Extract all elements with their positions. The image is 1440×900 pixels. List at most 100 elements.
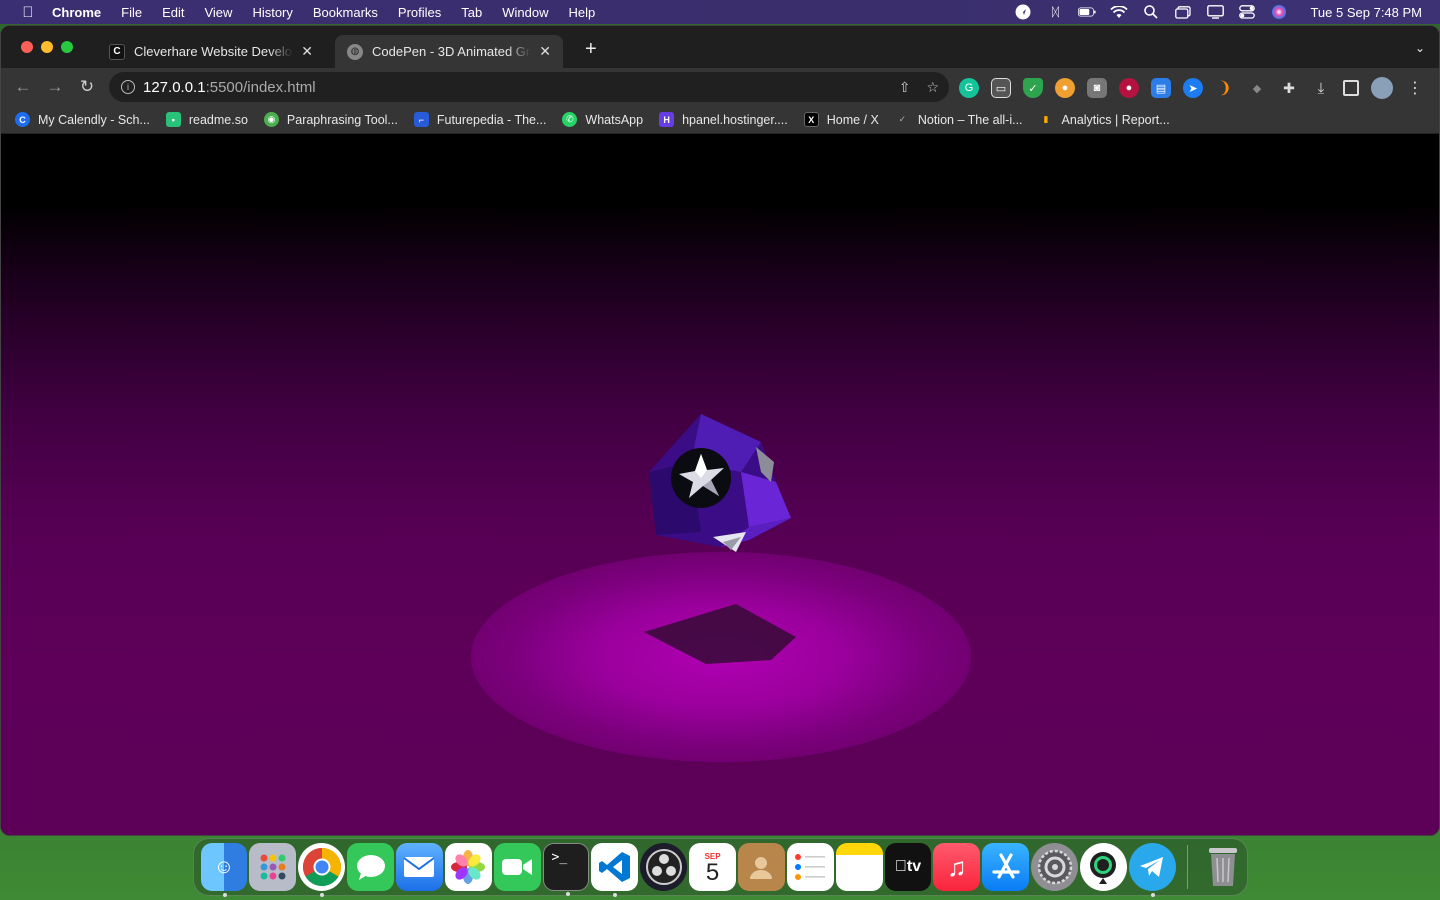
bluetooth-icon[interactable]: ᛞ: [1046, 5, 1064, 19]
close-tab-icon[interactable]: ✕: [539, 43, 551, 60]
spotlight-search-icon[interactable]: [1142, 5, 1160, 19]
address-bar[interactable]: i 127.0.0.1 :5500/index.html ⇧ ☆: [109, 72, 949, 102]
tv-label: tv: [900, 858, 921, 875]
close-window-button[interactable]: [21, 41, 33, 53]
navigation-icon[interactable]: [1014, 4, 1032, 20]
menu-window[interactable]: Window: [502, 5, 548, 20]
menu-bar:  Chrome File Edit View History Bookmark…: [0, 0, 1440, 24]
url-path: :5500/index.html: [205, 78, 316, 96]
wifi-icon[interactable]: [1110, 5, 1129, 19]
menu-tab[interactable]: Tab: [461, 5, 482, 20]
zoom-window-button[interactable]: [61, 41, 73, 53]
bookmark-x[interactable]: X Home / X: [803, 112, 879, 127]
bookmark-label: hpanel.hostinger....: [682, 112, 788, 127]
menu-profiles[interactable]: Profiles: [398, 5, 441, 20]
battery-icon[interactable]: [1078, 5, 1097, 19]
stage-manager-icon[interactable]: [1174, 5, 1192, 19]
back-button[interactable]: ←: [7, 77, 39, 97]
status-icons: ᛞ Tue 5 Sep 7:48 PM: [1014, 4, 1440, 20]
window-extension-icon[interactable]: ▭: [991, 78, 1011, 98]
reload-button[interactable]: ↻: [71, 77, 103, 97]
apple-menu-icon[interactable]: : [18, 4, 38, 21]
menubar-clock[interactable]: Tue 5 Sep 7:48 PM: [1310, 5, 1422, 20]
minimize-window-button[interactable]: [41, 41, 53, 53]
record-extension-icon[interactable]: ●: [1119, 78, 1139, 98]
paraphrasing-icon: ◉: [263, 112, 279, 127]
page-viewport[interactable]: [1, 142, 1439, 835]
close-tab-icon[interactable]: ✕: [301, 43, 313, 60]
menu-help[interactable]: Help: [569, 5, 596, 20]
menu-history[interactable]: History: [252, 5, 292, 20]
bookmark-paraphrasing[interactable]: ◉ Paraphrasing Tool...: [263, 112, 398, 127]
bookmarks-bar: C My Calendly - Sch... ▪ readme.so ◉ Par…: [1, 106, 1439, 134]
reminders-icon[interactable]: [786, 843, 834, 891]
bookmark-label: readme.so: [188, 112, 248, 127]
honey-extension-icon[interactable]: ●: [1055, 78, 1075, 98]
bookmark-whatsapp[interactable]: ✆ WhatsApp: [562, 112, 643, 127]
bookmark-label: Home / X: [826, 112, 879, 127]
facetime-icon[interactable]: [493, 843, 541, 891]
tab-search-chevron-icon[interactable]: ⌄: [1415, 41, 1425, 55]
contacts-icon[interactable]: [738, 843, 785, 891]
bookmark-futurepedia[interactable]: ⌐ Futurepedia - The...: [413, 112, 547, 127]
notes-icon[interactable]: [835, 843, 883, 891]
window-controls: [21, 41, 73, 53]
terminal-icon[interactable]: >_: [542, 843, 590, 896]
bookmark-readme[interactable]: ▪ readme.so: [165, 112, 248, 127]
menu-bookmarks[interactable]: Bookmarks: [313, 5, 378, 20]
obs-icon[interactable]: [640, 843, 688, 891]
chrome-icon[interactable]: [298, 843, 346, 897]
mail-icon[interactable]: [395, 843, 443, 891]
calendar-icon[interactable]: SEP 5: [689, 843, 736, 891]
trash-icon[interactable]: [1200, 843, 1247, 891]
menu-file[interactable]: File: [121, 5, 142, 20]
siri-icon[interactable]: [1270, 5, 1288, 19]
bookmark-analytics[interactable]: ▮ Analytics | Report...: [1039, 112, 1170, 127]
dock: ☺ >_ SEP 5 tv ♫: [193, 838, 1248, 897]
tab-strip: C Cleverhare Website Developme ✕ ◍ CodeP…: [1, 26, 1439, 68]
docs-extension-icon[interactable]: ▤: [1151, 78, 1171, 98]
gray-extension-icon[interactable]: ◆: [1247, 78, 1267, 98]
finder-icon[interactable]: ☺: [200, 843, 248, 897]
apple-tv-icon[interactable]: tv: [884, 843, 932, 891]
grammarly-extension-icon[interactable]: G: [959, 78, 979, 98]
new-tab-button[interactable]: +: [585, 38, 597, 61]
launchpad-icon[interactable]: [249, 843, 297, 891]
tab-codepen[interactable]: ◍ CodePen - 3D Animated Gradie ✕: [335, 35, 563, 68]
control-center-icon[interactable]: [1238, 5, 1256, 19]
vscode-icon[interactable]: [591, 843, 639, 897]
more-menu-icon[interactable]: ⋮: [1405, 78, 1425, 98]
bookmark-label: Paraphrasing Tool...: [286, 112, 398, 127]
site-info-icon[interactable]: i: [121, 80, 135, 94]
menu-edit[interactable]: Edit: [162, 5, 184, 20]
side-panel-icon[interactable]: [1343, 80, 1359, 96]
share-icon[interactable]: ⇧: [899, 79, 911, 96]
photos-icon[interactable]: [444, 843, 492, 891]
messages-icon[interactable]: [347, 843, 394, 891]
extensions-puzzle-icon[interactable]: ✚: [1279, 78, 1299, 98]
menu-view[interactable]: View: [204, 5, 232, 20]
music-icon[interactable]: ♫: [933, 843, 981, 891]
app-store-icon[interactable]: [982, 843, 1030, 891]
orange-extension-icon[interactable]: ❩: [1215, 78, 1235, 98]
bookmark-calendly[interactable]: C My Calendly - Sch...: [15, 112, 150, 127]
bookmark-notion[interactable]: ✓ Notion – The all-i...: [895, 112, 1023, 127]
tab-title: CodePen - 3D Animated Gradie: [372, 44, 531, 59]
camera-extension-icon[interactable]: ◙: [1087, 78, 1107, 98]
bookmark-label: Notion – The all-i...: [917, 112, 1023, 127]
system-settings-icon[interactable]: [1031, 843, 1079, 891]
display-icon[interactable]: [1206, 5, 1224, 19]
forward-button[interactable]: →: [39, 77, 71, 97]
quicktime-icon[interactable]: [1080, 843, 1127, 891]
bookmark-hostinger[interactable]: H hpanel.hostinger....: [659, 112, 788, 127]
bookmark-star-icon[interactable]: ☆: [926, 79, 939, 96]
telegram-icon[interactable]: [1128, 843, 1176, 897]
menu-chrome[interactable]: Chrome: [52, 5, 101, 20]
messenger-extension-icon[interactable]: ➤: [1183, 78, 1203, 98]
download-icon[interactable]: ⤓: [1311, 78, 1331, 98]
profile-avatar[interactable]: [1371, 77, 1393, 99]
bookmark-label: Futurepedia - The...: [436, 112, 547, 127]
shield-extension-icon[interactable]: ✓: [1023, 78, 1043, 98]
tab-cleverhare[interactable]: C Cleverhare Website Developme ✕: [97, 35, 325, 68]
browser-toolbar: ← → ↻ i 127.0.0.1 :5500/index.html ⇧ ☆ G…: [1, 68, 1439, 106]
